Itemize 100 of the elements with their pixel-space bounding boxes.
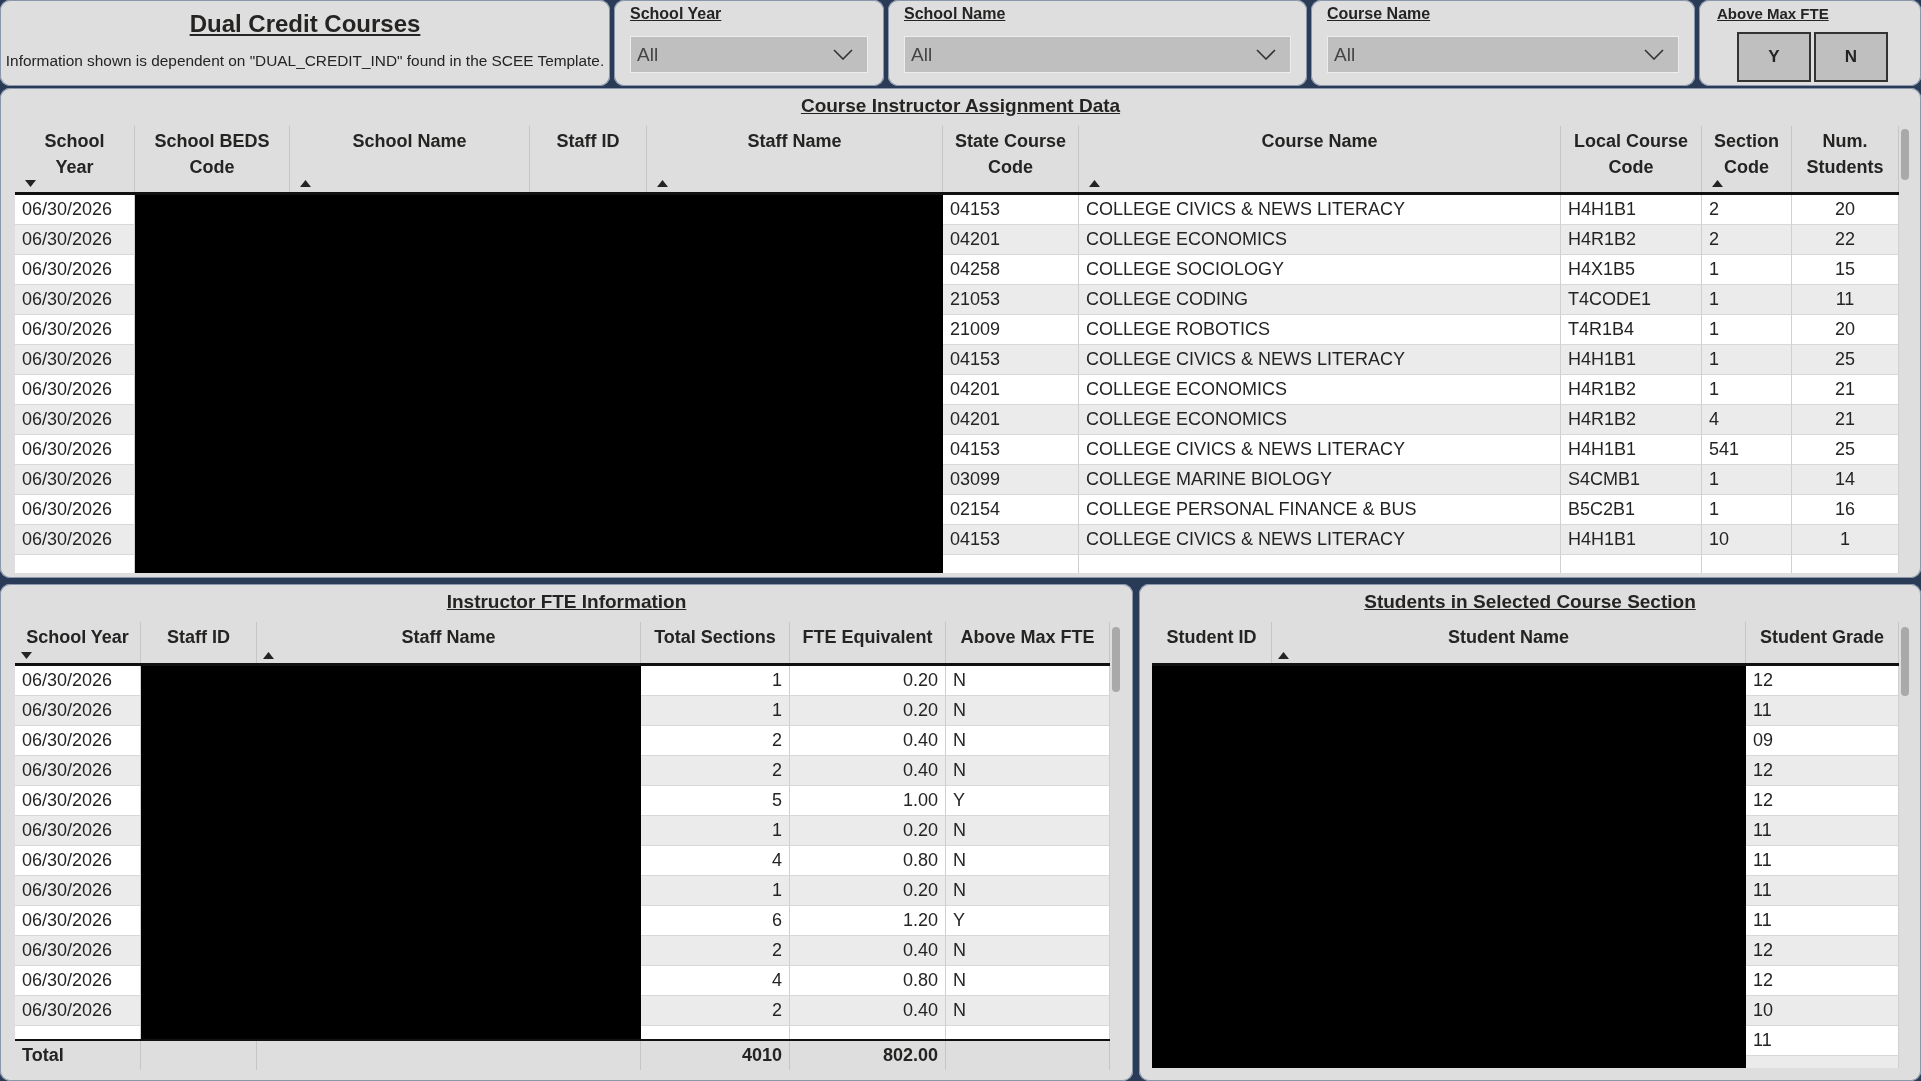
table-cell: 06/30/2026: [15, 345, 135, 375]
table-cell: 1: [641, 876, 790, 906]
table-cell: COLLEGE CIVICS & NEWS LITERACY: [1079, 345, 1561, 375]
table-cell: COLLEGE ROBOTICS: [1079, 315, 1561, 345]
table-title: Students in Selected Course Section: [1363, 590, 1697, 614]
table-cell: 10: [1746, 996, 1899, 1026]
table-cell: 09: [1746, 726, 1899, 756]
table-cell: 0.40: [790, 996, 946, 1026]
table-cell: B5C2B1: [1561, 495, 1702, 525]
table-cell: 11: [1746, 1026, 1899, 1056]
toggle-button[interactable]: Y: [1737, 32, 1811, 82]
table-cell: 06/30/2026: [15, 225, 135, 255]
table-cell: COLLEGE CODING: [1079, 285, 1561, 315]
table-cell: 2: [641, 996, 790, 1026]
table-cell: 0.80: [790, 846, 946, 876]
table-cell: 12: [1746, 966, 1899, 996]
table-cell: 06/30/2026: [15, 405, 135, 435]
table-cell: 21053: [943, 285, 1079, 315]
table-cell: 0.20: [790, 696, 946, 726]
table-cell: 03099: [943, 465, 1079, 495]
column-header[interactable]: Num. Students: [1792, 126, 1899, 192]
table-cell: 25: [1792, 435, 1899, 465]
table-cell: 15: [1792, 255, 1899, 285]
table-cell: 21009: [943, 315, 1079, 345]
column-header[interactable]: Local Course Code: [1561, 126, 1702, 192]
table-cell: H4X1B5: [1561, 255, 1702, 285]
table-cell: 12: [1746, 936, 1899, 966]
table-cell: 1: [1702, 345, 1792, 375]
table-cell: 06/30/2026: [15, 435, 135, 465]
table-cell: 2: [1702, 225, 1792, 255]
column-header[interactable]: Staff Name: [647, 126, 943, 192]
table-cell: 06/30/2026: [15, 966, 141, 996]
table-cell: 1: [641, 696, 790, 726]
table-cell: 4: [641, 846, 790, 876]
table-cell: N: [946, 666, 1110, 696]
table-cell: 04153: [943, 345, 1079, 375]
column-header[interactable]: Staff Name: [257, 622, 641, 663]
table-cell: COLLEGE CIVICS & NEWS LITERACY: [1079, 195, 1561, 225]
dropdown[interactable]: All: [904, 36, 1291, 73]
table-cell: COLLEGE CIVICS & NEWS LITERACY: [1079, 435, 1561, 465]
table-cell: 1.20: [790, 906, 946, 936]
table-cell: 11: [1792, 285, 1899, 315]
column-header[interactable]: School BEDS Code: [135, 126, 290, 192]
description-text: Information shown is dependent on "DUAL_CREDIT_IND" found in the SCEE Template.: [5, 52, 605, 70]
table-cell: 10: [1702, 525, 1792, 555]
table-cell: 04153: [943, 525, 1079, 555]
table-cell: 1: [1792, 525, 1899, 555]
table-cell: 06/30/2026: [15, 906, 141, 936]
column-header[interactable]: Staff ID: [141, 622, 257, 663]
toggle-button[interactable]: N: [1814, 32, 1888, 82]
chevron-down-icon: [1256, 49, 1276, 60]
table-cell: COLLEGE MARINE BIOLOGY: [1079, 465, 1561, 495]
column-header[interactable]: Staff ID: [530, 126, 647, 192]
column-header[interactable]: School Year: [15, 126, 135, 192]
scrollbar-thumb[interactable]: [1901, 129, 1909, 180]
table-cell: 1: [1702, 285, 1792, 315]
table-cell: N: [946, 966, 1110, 996]
chevron-down-icon: [1644, 49, 1664, 60]
dropdown[interactable]: All: [630, 36, 868, 73]
column-header[interactable]: Student Name: [1272, 622, 1746, 663]
column-header[interactable]: Student Grade: [1746, 622, 1899, 663]
table-cell: 06/30/2026: [15, 465, 135, 495]
column-header[interactable]: State Course Code: [943, 126, 1079, 192]
table-cell: H4H1B1: [1561, 525, 1702, 555]
table-cell: 12: [1746, 666, 1899, 696]
scrollbar-thumb[interactable]: [1901, 627, 1909, 696]
table-cell: N: [946, 876, 1110, 906]
scrollbar-thumb[interactable]: [1112, 627, 1120, 692]
table-cell: 04258: [943, 255, 1079, 285]
table-title: Course Instructor Assignment Data: [799, 94, 1122, 118]
table-cell: 0.20: [790, 816, 946, 846]
table-cell: 20: [1792, 315, 1899, 345]
table-cell: 2: [641, 756, 790, 786]
column-header[interactable]: FTE Equivalent: [790, 622, 946, 663]
table-cell: 06/30/2026: [15, 375, 135, 405]
table-cell: 11: [1746, 816, 1899, 846]
slicer-label: Above Max FTE: [1717, 4, 1830, 24]
dropdown[interactable]: All: [1327, 36, 1679, 73]
table-cell: 20: [1792, 195, 1899, 225]
table-cell: H4R1B2: [1561, 225, 1702, 255]
table-cell: 1: [1702, 315, 1792, 345]
column-header[interactable]: Total Sections: [641, 622, 790, 663]
table-cell: 06/30/2026: [15, 195, 135, 225]
column-header[interactable]: School Name: [290, 126, 530, 192]
table-cell: COLLEGE ECONOMICS: [1079, 225, 1561, 255]
table-cell: 1: [1702, 255, 1792, 285]
table-cell: 06/30/2026: [15, 756, 141, 786]
column-header[interactable]: Above Max FTE: [946, 622, 1110, 663]
column-header[interactable]: Section Code: [1702, 126, 1792, 192]
table-cell: 21: [1792, 375, 1899, 405]
table-cell: 2: [641, 936, 790, 966]
table-cell: COLLEGE ECONOMICS: [1079, 375, 1561, 405]
column-header[interactable]: School Year: [15, 622, 141, 663]
table-cell: N: [946, 756, 1110, 786]
table-cell: 11: [1746, 906, 1899, 936]
table-cell: 25: [1792, 345, 1899, 375]
column-header[interactable]: Course Name: [1079, 126, 1561, 192]
table-cell: 541: [1702, 435, 1792, 465]
table-cell: 06/30/2026: [15, 846, 141, 876]
column-header[interactable]: Student ID: [1152, 622, 1272, 663]
